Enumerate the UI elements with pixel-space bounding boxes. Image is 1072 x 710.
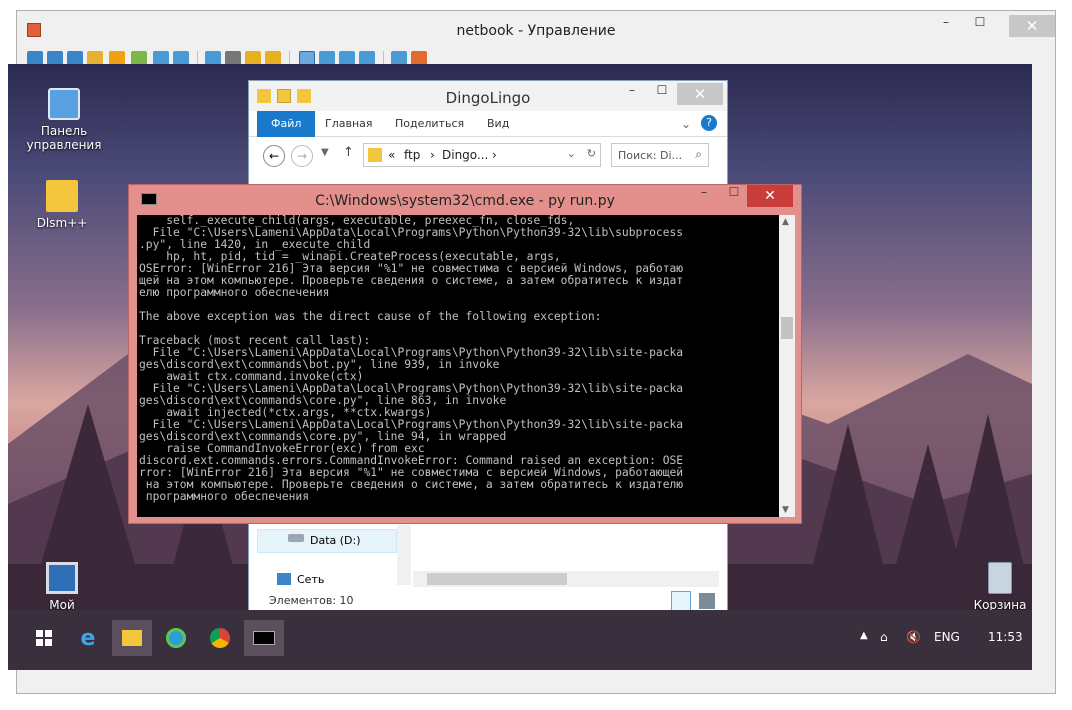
recent-dropdown-icon[interactable]: ▼ (321, 147, 329, 158)
drive-icon (288, 534, 304, 542)
computer-icon (46, 562, 78, 594)
folder-icon (368, 148, 382, 162)
tab-file[interactable]: Файл (257, 111, 316, 137)
desktop-icon-label: Мой компьютер (49, 598, 75, 610)
address-crumb-ftp[interactable]: ftp (404, 148, 420, 162)
cmd-scrollbar[interactable]: ▲ ▼ (779, 215, 795, 517)
item-count-status: Элементов: 10 (269, 594, 354, 607)
desktop-icon-recycle-bin[interactable]: Корзина (960, 562, 1032, 610)
address-dropdown-icon[interactable]: ⌄ (567, 147, 576, 160)
explorer-icon[interactable] (112, 620, 152, 656)
recycle-bin-icon (988, 562, 1012, 594)
folder-icon (46, 180, 78, 212)
minimize-button[interactable]: – (931, 15, 961, 37)
refresh-icon[interactable]: ↻ (587, 147, 596, 160)
start-icon[interactable] (24, 620, 64, 656)
desktop-icon-dlsm[interactable]: Dlsm++ (22, 180, 102, 230)
cmd-maximize-button[interactable]: ☐ (719, 185, 749, 207)
cmd-taskbar-icon[interactable] (244, 620, 284, 656)
large-icons-view-icon[interactable] (699, 593, 715, 609)
details-view-icon[interactable] (671, 591, 691, 611)
volume-muted-icon[interactable]: 🔇 (906, 630, 921, 644)
console-output: self._execute_child(args, executable, pr… (139, 215, 684, 503)
taskbar: e ▲ ⌂ 🔇 ENG 11:53 (8, 610, 1032, 670)
cmd-console[interactable]: self._execute_child(args, executable, pr… (137, 215, 779, 517)
search-placeholder: Поиск: Di... (618, 149, 683, 162)
tab-view[interactable]: Вид (477, 111, 519, 137)
outer-title-bar: netbook - Управление – ☐ ✕ (17, 11, 1055, 47)
network-tray-icon[interactable]: ⌂ (880, 630, 888, 644)
desktop-icon-my-computer[interactable]: Мой компьютер (22, 562, 102, 610)
screen: netbook - Управление – ☐ ✕ Панель управл… (0, 0, 1072, 710)
scroll-down-icon[interactable]: ▼ (782, 505, 789, 515)
close-button[interactable]: ✕ (1009, 15, 1055, 37)
outer-window-title: netbook - Управление (456, 23, 616, 39)
desktop-icon-label: Dlsm++ (36, 216, 88, 230)
control-panel-icon (48, 88, 80, 120)
up-icon[interactable]: ↑ (343, 145, 354, 160)
cmd-close-button[interactable]: ✕ (747, 185, 793, 207)
address-box[interactable]: « ftp › Dingo... › ⌄ ↻ (363, 143, 601, 167)
explorer-maximize-button[interactable]: ☐ (647, 83, 677, 105)
search-icon[interactable]: ⌕ (695, 147, 702, 162)
cmd-scroll-thumb[interactable] (781, 317, 793, 339)
tab-home[interactable]: Главная (315, 111, 383, 137)
chevron-down-icon[interactable]: ⌄ (681, 117, 691, 131)
explorer-minimize-button[interactable]: – (617, 83, 647, 105)
ie-icon[interactable]: e (68, 620, 108, 656)
address-separator[interactable]: › (492, 148, 497, 162)
address-bar-row: ← → ▼ ↑ « ftp › Dingo... › ⌄ ↻ Поиск: Di… (249, 141, 727, 171)
desktop-icon-control-panel[interactable]: Панель управления (24, 88, 104, 152)
cmd-minimize-button[interactable]: – (689, 185, 719, 207)
address-crumb-dingo[interactable]: Dingo... (442, 148, 488, 162)
search-input[interactable]: Поиск: Di... ⌕ (611, 143, 709, 167)
nav-scrollbar[interactable] (397, 525, 411, 585)
cmd-title-bar: C:\Windows\system32\cmd.exe - py run.py … (129, 185, 801, 215)
nav-item-label: Data (D:) (310, 534, 361, 547)
desktop-icon-label: Корзина (973, 598, 1027, 610)
tab-share[interactable]: Поделиться (385, 111, 474, 137)
edge-icon[interactable] (156, 620, 196, 656)
back-icon[interactable]: ← (263, 145, 285, 167)
nav-item-label: Сеть (297, 573, 325, 586)
help-icon[interactable]: ? (701, 115, 717, 131)
language-indicator[interactable]: ENG (934, 630, 960, 644)
scroll-up-icon[interactable]: ▲ (782, 217, 789, 227)
network-icon (277, 573, 291, 585)
desktop-icon-label: Панель управления (26, 124, 102, 152)
address-separator[interactable]: › (430, 148, 435, 162)
address-overflow[interactable]: « (388, 148, 395, 162)
maximize-button[interactable]: ☐ (965, 15, 995, 37)
cmd-window: C:\Windows\system32\cmd.exe - py run.py … (128, 184, 802, 524)
ribbon-tabs: Файл Главная Поделиться Вид ⌄ ? (249, 111, 727, 137)
nav-item-data-d[interactable]: Data (D:) (257, 529, 397, 553)
chrome-icon[interactable] (200, 620, 240, 656)
clock[interactable]: 11:53 (988, 630, 1023, 644)
forward-icon[interactable]: → (291, 145, 313, 167)
tray-overflow-icon[interactable]: ▲ (860, 630, 868, 641)
hscroll-thumb[interactable] (427, 573, 567, 585)
content-hscrollbar[interactable] (413, 571, 719, 587)
nav-item-network[interactable]: Сеть (257, 569, 397, 589)
explorer-close-button[interactable]: ✕ (677, 83, 723, 105)
explorer-title-bar: DingoLingo – ☐ ✕ (249, 81, 727, 111)
